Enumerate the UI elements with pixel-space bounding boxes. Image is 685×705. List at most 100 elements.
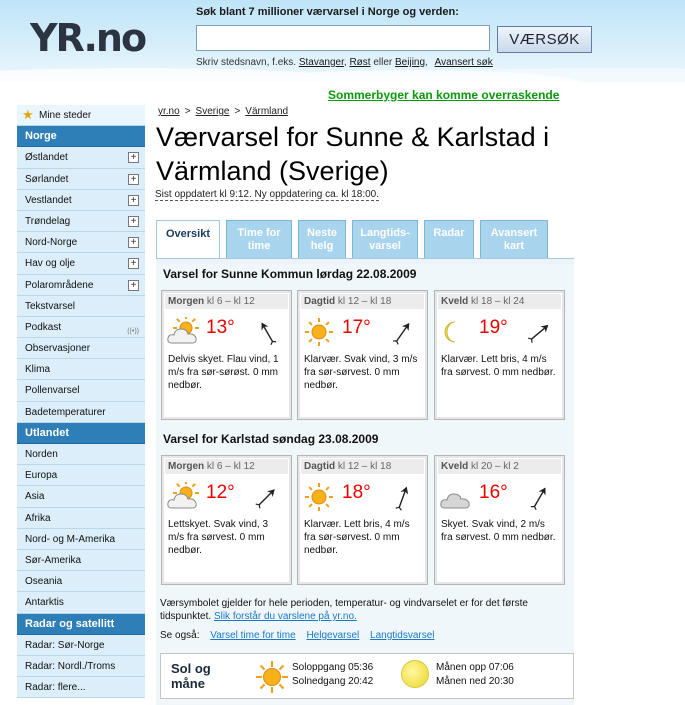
- sidebar-item-europa[interactable]: Europa: [17, 465, 145, 487]
- period-name: Kveld: [441, 296, 469, 307]
- search-heading: Søk blant 7 millioner værvarsel i Norge …: [196, 6, 459, 18]
- sidebar-item-radar-sør-norge[interactable]: Radar: Sør-Norge: [17, 634, 145, 656]
- sunrise-time: Soloppgang 05:36: [292, 662, 374, 673]
- sidebar-item-label: Europa: [25, 470, 58, 482]
- sidebar-item-mine-steder[interactable]: ★ Mine steder: [17, 105, 145, 127]
- sidebar-item-label: Polarområdene: [25, 279, 94, 291]
- sidebar-item-label: Pollenvarsel: [25, 385, 80, 397]
- period-name: Dagtid: [304, 296, 336, 307]
- forecast-card-dagtid[interactable]: Dagtid kl 12 – kl 18 17° Klarvær. Svak vin…: [297, 290, 428, 420]
- moon-icon: [401, 660, 429, 688]
- sidebar-section-radar-og-satellitt[interactable]: Radar og satellitt: [17, 613, 145, 635]
- sidebar-item-nord-og-m-amerika[interactable]: Nord- og M-Amerika: [17, 528, 145, 550]
- hint-link-stavanger[interactable]: Stavanger: [299, 57, 344, 68]
- sidebar-item-polarområdene[interactable]: Polarområdene +: [17, 274, 145, 296]
- sun-moon-title: Sol og måne: [171, 661, 211, 691]
- search-input[interactable]: [196, 25, 490, 51]
- sidebar-item-label: Utlandet: [25, 426, 69, 439]
- forecast-card-morgen[interactable]: Morgen kl 6 – kl 12 12° Lettskyet. Svak vi…: [161, 455, 292, 585]
- sidebar-item-vestlandet[interactable]: Vestlandet +: [17, 189, 145, 211]
- sidebar-item-norden[interactable]: Norden: [17, 444, 145, 466]
- sidebar-item-radar-flere[interactable]: Radar: flere...: [17, 677, 145, 699]
- sidebar-item-asia[interactable]: Asia: [17, 486, 145, 508]
- sun-times: Soloppgang 05:36 Solnedgang 20:42: [292, 661, 373, 689]
- see-also-hourly-link[interactable]: Varsel time for time: [210, 630, 295, 641]
- sidebar-item-tekstvarsel[interactable]: Tekstvarsel: [17, 295, 145, 317]
- period-range: kl 12 – kl 18: [337, 296, 392, 307]
- breadcrumb-region[interactable]: Värmland: [245, 106, 288, 117]
- forecast-card-dagtid[interactable]: Dagtid kl 12 – kl 18 18° Klarvær. Lett bri…: [297, 455, 428, 585]
- logo-image: YR.no: [29, 16, 148, 60]
- sidebar-item-label: Klima: [25, 364, 51, 376]
- sidebar-item-østlandet[interactable]: Østlandet +: [17, 147, 145, 169]
- expand-plus-icon[interactable]: +: [128, 173, 139, 185]
- sidebar-item-podkast[interactable]: Podkast ((•)): [17, 316, 145, 339]
- sidebar-item-radar-nordl-troms[interactable]: Radar: Nordl./Troms: [17, 655, 145, 678]
- sidebar-item-label: Radar og satellitt: [25, 617, 115, 630]
- search-button[interactable]: VÆRSØK: [497, 26, 592, 53]
- news-banner-link[interactable]: Sommerbyger kan komme overraskende: [328, 88, 559, 102]
- sidebar-item-antarktis[interactable]: Antarktis: [17, 592, 145, 614]
- expand-plus-icon[interactable]: +: [128, 194, 139, 206]
- sidebar-item-oseania[interactable]: Oseania: [17, 571, 145, 593]
- sidebar-item-label: Asia: [25, 491, 45, 503]
- sidebar-item-label: Antarktis: [25, 597, 64, 609]
- period-header: Morgen kl 6 – kl 12: [165, 459, 288, 474]
- wind-arrow-icon: [393, 322, 410, 345]
- sidebar-item-sør-amerika[interactable]: Sør-Amerika: [17, 549, 145, 572]
- sidebar-section-utlandet[interactable]: Utlandet: [17, 422, 145, 444]
- tab-radar[interactable]: Radar: [424, 220, 474, 258]
- sidebar-item-hav-og-olje[interactable]: Hav og olje +: [17, 253, 145, 275]
- expand-plus-icon[interactable]: +: [128, 279, 139, 291]
- wind-arrow-icon: [527, 324, 549, 343]
- breadcrumb-home[interactable]: yr.no: [158, 106, 180, 117]
- sidebar: ★ Mine steder Norge Østlandet + Sørlandet + Ves…: [17, 105, 145, 699]
- wind-arrow-icon: [261, 322, 277, 346]
- forecast-card-kveld[interactable]: Kveld kl 18 – kl 24 19° Klarvær. Lett bris…: [434, 290, 565, 420]
- sidebar-item-badetemperaturer[interactable]: Badetemperaturer: [17, 401, 145, 423]
- see-also-longterm-link[interactable]: Langtidsvarsel: [370, 630, 434, 641]
- sidebar-item-label: Radar: flere...: [25, 682, 86, 694]
- sidebar-item-label: Radar: Sør-Norge: [25, 639, 105, 651]
- sidebar-item-pollenvarsel[interactable]: Pollenvarsel: [17, 380, 145, 402]
- period-range: kl 18 – kl 24: [471, 296, 525, 307]
- expand-plus-icon[interactable]: +: [128, 237, 139, 249]
- advanced-search-link[interactable]: Avansert søk: [435, 57, 493, 68]
- sidebar-item-sørlandet[interactable]: Sørlandet +: [17, 168, 145, 190]
- period-range: kl 12 – kl 18: [337, 461, 392, 472]
- sidebar-item-label: Radar: Nordl./Troms: [25, 660, 116, 672]
- breadcrumb-country[interactable]: Sverige: [196, 106, 230, 117]
- hint-link-rost[interactable]: Røst: [349, 57, 370, 68]
- sidebar-item-afrika[interactable]: Afrika: [17, 507, 145, 529]
- logo[interactable]: YR.no: [29, 16, 150, 67]
- hint-link-beijing[interactable]: Beijing: [395, 57, 425, 68]
- tab-time-for-time[interactable]: Time for time: [226, 220, 292, 258]
- expand-plus-icon[interactable]: +: [128, 152, 139, 164]
- temperature: 13°: [206, 317, 235, 338]
- tab-neste-helg[interactable]: Neste helg: [298, 220, 346, 258]
- tab-avansert-kart[interactable]: Avansert kart: [480, 220, 548, 258]
- tab-oversikt[interactable]: Oversikt: [156, 220, 220, 259]
- forecast-note: Værsymbolet gjelder for hele perioden, t…: [160, 598, 528, 622]
- sidebar-item-klima[interactable]: Klima: [17, 359, 145, 381]
- sidebar-section-norge[interactable]: Norge: [17, 126, 145, 148]
- help-link[interactable]: Slik forstår du varslene på yr.no.: [214, 611, 357, 622]
- period-header: Dagtid kl 12 – kl 18: [301, 294, 424, 309]
- forecast-card-kveld[interactable]: Kveld kl 20 – kl 2 16° Skyet. Svak vind, 2…: [434, 455, 565, 585]
- sidebar-item-trøndelag[interactable]: Trøndelag +: [17, 210, 145, 233]
- sidebar-item-nord-norge[interactable]: Nord-Norge +: [17, 232, 145, 254]
- see-also-weekend-link[interactable]: Helgevarsel: [306, 630, 359, 641]
- wind-arrow-icon: [395, 486, 409, 511]
- sidebar-item-observasjoner[interactable]: Observasjoner: [17, 338, 145, 360]
- sidebar-item-label: Podkast: [25, 321, 62, 333]
- forecast-card-morgen[interactable]: Morgen kl 6 – kl 12 13° Delvis skyet. Flau…: [161, 290, 292, 420]
- breadcrumb: yr.no > Sverige > Värmland: [158, 106, 289, 117]
- temperature: 19°: [479, 317, 508, 338]
- wind-arrow-icon: [530, 487, 546, 511]
- expand-plus-icon[interactable]: +: [128, 258, 139, 270]
- period-header: Kveld kl 20 – kl 2: [438, 459, 561, 474]
- tab-langtids-varsel[interactable]: Langtids- varsel: [352, 220, 418, 258]
- updated-time: Sist oppdatert kl 9:12. Ny oppdatering c…: [155, 189, 380, 201]
- moonrise-time: Månen opp 07:06: [436, 662, 514, 673]
- expand-plus-icon[interactable]: +: [128, 215, 139, 227]
